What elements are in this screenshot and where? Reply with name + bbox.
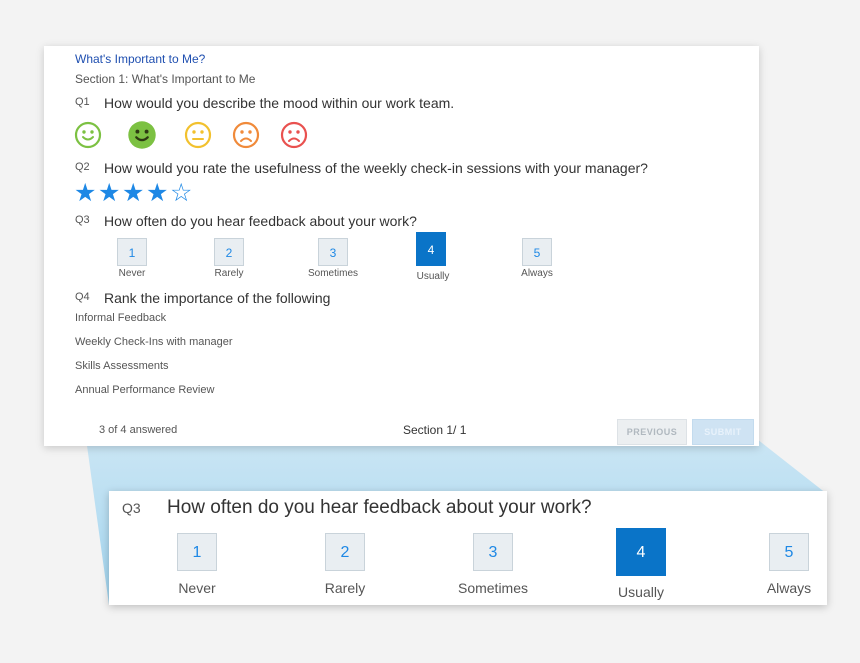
q4-text: Rank the importance of the following [104,290,331,306]
submit-button[interactable]: SUBMIT [692,419,754,445]
zoom-scale-option-4[interactable]: 4 [616,528,666,576]
zoom-q3-text: How often do you hear feedback about you… [167,497,592,518]
star-filled-icon[interactable]: ★ [146,181,168,206]
rank-item[interactable]: Annual Performance Review [75,384,214,396]
survey-title[interactable]: What's Important to Me? [75,52,205,66]
scale-option-3[interactable]: 3 [318,238,348,266]
zoom-scale-option-5[interactable]: 5 [769,533,809,571]
zoom-scale-label-usually: Usually [618,584,664,600]
zoomed-q3-callout: Q3 How often do you hear feedback about … [109,491,827,605]
sad-face-icon[interactable] [232,121,260,149]
scale-label-usually: Usually [416,271,450,282]
rank-item[interactable]: Skills Assessments [75,360,169,372]
q2-text: How would you rate the usefulness of the… [104,160,648,176]
scale-label-rarely: Rarely [214,268,244,279]
neutral-face-icon[interactable] [184,121,212,149]
q1-number: Q1 [75,96,90,108]
q3-number: Q3 [75,214,90,226]
survey-card: What's Important to Me? Section 1: What'… [44,46,759,446]
rank-item[interactable]: Weekly Check-Ins with manager [75,336,233,348]
zoom-scale-label-never: Never [178,580,216,596]
star-empty-icon[interactable]: ☆ [170,181,192,206]
very-happy-face-icon[interactable] [74,121,102,149]
zoom-scale-option-2[interactable]: 2 [325,533,365,571]
previous-button[interactable]: PREVIOUS [617,419,687,445]
scale-label-sometimes: Sometimes [307,268,358,279]
zoom-scale-option-3[interactable]: 3 [473,533,513,571]
zoom-scale-label-rarely: Rarely [324,580,366,596]
scale-label-never: Never [118,268,146,279]
zoom-scale-option-1[interactable]: 1 [177,533,217,571]
star-filled-icon[interactable]: ★ [74,181,96,206]
q3-text: How often do you hear feedback about you… [104,213,417,229]
scale-option-4[interactable]: 4 [416,232,446,266]
zoom-scale-label-sometimes: Sometimes [457,580,529,596]
star-filled-icon[interactable]: ★ [122,181,144,206]
happy-face-icon[interactable] [126,119,158,151]
zoom-scale-label-always: Always [766,580,812,596]
zoom-q3-number: Q3 [122,500,141,516]
section-indicator: Section 1/ 1 [403,423,467,437]
scale-option-5[interactable]: 5 [522,238,552,266]
very-sad-face-icon[interactable] [280,121,308,149]
section-title: Section 1: What's Important to Me [75,72,256,86]
star-filled-icon[interactable]: ★ [98,181,120,206]
scale-label-always: Always [521,268,553,279]
answered-count: 3 of 4 answered [99,424,178,436]
q2-number: Q2 [75,161,90,173]
scale-option-1[interactable]: 1 [117,238,147,266]
q4-number: Q4 [75,291,90,303]
q1-text: How would you describe the mood within o… [104,95,455,111]
scale-option-2[interactable]: 2 [214,238,244,266]
rank-item[interactable]: Informal Feedback [75,312,166,324]
